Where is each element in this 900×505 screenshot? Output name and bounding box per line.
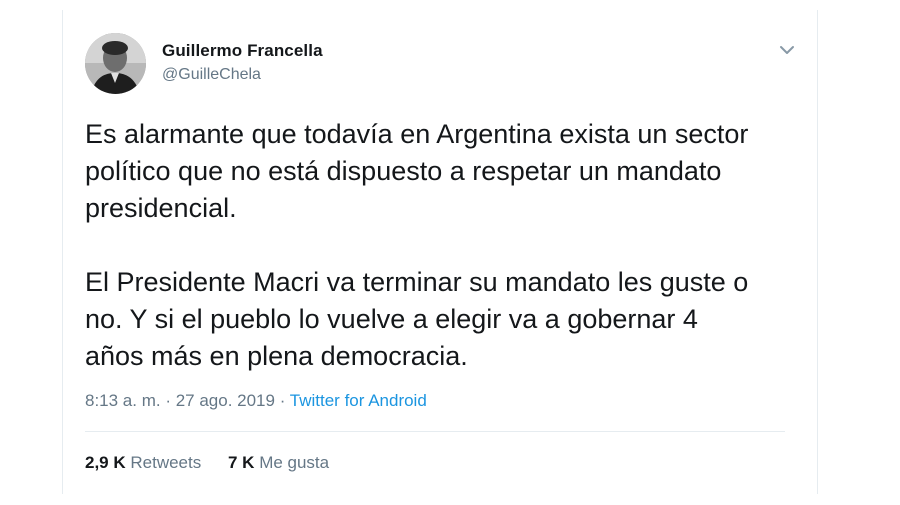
retweets-label: Retweets	[130, 453, 202, 472]
likes-stat[interactable]: 7 K Me gusta	[228, 453, 329, 473]
tweet-stats: 2,9 K Retweets 7 K Me gusta	[85, 453, 351, 473]
divider-top	[85, 431, 785, 432]
avatar[interactable]	[85, 33, 146, 94]
retweets-count: 2,9 K	[85, 453, 126, 472]
tweet-source-link[interactable]: Twitter for Android	[290, 391, 427, 410]
tweet-text: Es alarmante que todavía en Argentina ex…	[85, 119, 749, 371]
user-handle[interactable]: @GuilleChela	[162, 66, 261, 84]
tweet-meta: 8:13 a. m. · 27 ago. 2019 · Twitter for …	[85, 391, 427, 411]
meta-separator: ·	[274, 391, 290, 410]
tweet-timestamp[interactable]: 8:13 a. m. · 27 ago. 2019	[85, 391, 275, 410]
chevron-down-icon[interactable]	[775, 38, 799, 62]
user-display-name[interactable]: Guillermo Francella	[162, 41, 323, 61]
likes-count: 7 K	[227, 453, 255, 472]
retweets-stat[interactable]: 2,9 K Retweets	[85, 453, 201, 473]
tweet-card: Guillermo Francella @GuilleChela Es alar…	[62, 10, 818, 494]
avatar-photo	[85, 33, 146, 94]
likes-label: Me gusta	[259, 453, 330, 472]
